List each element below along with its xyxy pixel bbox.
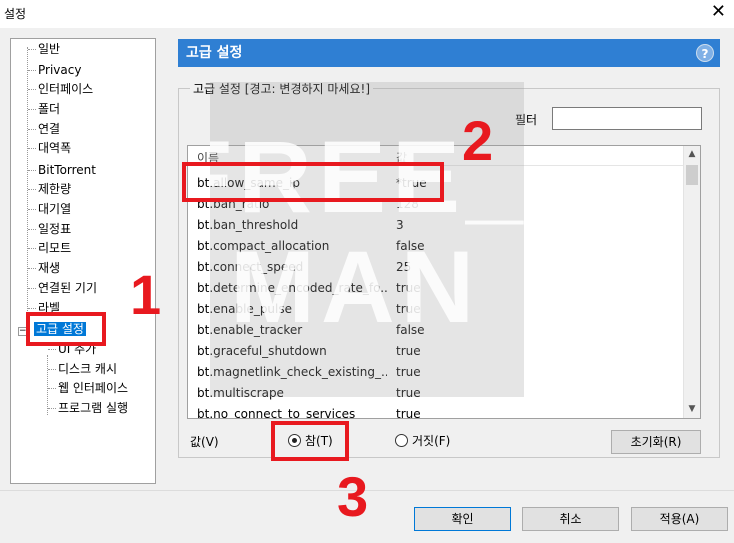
annotation-box-radio [271,421,349,461]
sidebar-item-label: 일정표 [38,222,72,236]
title-bar: 설정 ✕ [0,0,734,28]
sidebar-item-paired-devices[interactable]: 연결된 기기 [38,279,97,297]
table-row[interactable]: bt.enable_pulse true [188,299,683,320]
table-row[interactable]: bt.compact_allocation false [188,236,683,257]
sidebar-item-playback[interactable]: 재생 [38,259,60,277]
sidebar-item-bittorrent[interactable]: BitTorrent [38,161,96,179]
sidebar-item-scheduler[interactable]: 일정표 [38,220,71,238]
sidebar-item-label: 인터페이스 [38,82,94,96]
sidebar-item-bandwidth[interactable]: 대역폭 [38,139,71,157]
sidebar-item-label: 제한량 [38,182,72,196]
row-name: bt.enable_pulse [197,302,293,316]
row-name: bt.no_connect_to_services [197,407,356,419]
row-value: 3 [396,218,404,232]
sidebar-item-interface[interactable]: 인터페이스 [38,80,93,98]
sidebar-item-label: 리모트 [38,241,72,255]
radio-false-label: 거짓(F) [412,434,451,448]
scroll-thumb[interactable] [686,165,698,185]
sidebar-item-label: Privacy [38,63,82,77]
sidebar-item-privacy[interactable]: Privacy [38,61,81,79]
table-row[interactable]: bt.multiscrape true [188,383,683,404]
tree-line [47,355,48,415]
row-value: true [396,344,421,358]
row-name: bt.graceful_shutdown [197,344,327,358]
scroll-up-icon[interactable]: ▲ [684,146,700,163]
page-title-text: 고급 설정 [186,45,243,61]
row-name: bt.ban_threshold [197,218,299,232]
table-row[interactable]: bt.determine_encoded_rate_fo... true [188,278,683,299]
filter-input[interactable] [552,107,702,130]
cancel-button[interactable]: 취소 [522,507,619,531]
table-row[interactable]: bt.ban_threshold 3 [188,215,683,236]
row-value: false [396,239,425,253]
table-row[interactable]: bt.magnetlink_check_existing_... true [188,362,683,383]
row-name: bt.compact_allocation [197,239,330,253]
sidebar-item-queueing[interactable]: 대기열 [38,200,71,218]
scroll-down-icon[interactable]: ▼ [684,401,700,418]
reset-button[interactable]: 초기화(R) [611,430,701,454]
filter-label: 필터 [515,113,538,127]
sidebar-item-disk-cache[interactable]: 디스크 캐시 [58,360,117,378]
vertical-scrollbar[interactable]: ▲ ▼ [683,146,700,418]
sidebar-item-label: 연결 [38,122,61,136]
sidebar-item-web-ui[interactable]: 웹 인터페이스 [58,379,128,397]
sidebar-item-run-program[interactable]: 프로그램 실행 [58,399,128,417]
sidebar-item-general[interactable]: 일반 [38,40,60,58]
sidebar-item-label: 프로그램 실행 [58,401,129,415]
radio-unselected-icon[interactable] [395,434,408,447]
window-title: 설정 [4,7,27,21]
annotation-number: 3 [337,465,369,528]
sidebar-item-label: BitTorrent [38,163,96,177]
sidebar-item-label: 웹 인터페이스 [58,381,129,395]
table-row[interactable]: bt.no_connect_to_services true [188,404,683,419]
row-value: true [396,281,421,295]
sidebar-item-label: 대기열 [38,202,72,216]
value-label: 값(V) [190,435,219,449]
table-row[interactable]: bt.graceful_shutdown true [188,341,683,362]
table-row[interactable]: bt.enable_tracker false [188,320,683,341]
sidebar-item-connection[interactable]: 연결 [38,120,60,138]
sidebar-item-label: 대역폭 [38,141,72,155]
row-value: 25 [396,260,412,274]
row-value: true [396,386,421,400]
row-name: bt.connect_speed [197,260,304,274]
sidebar-item-folders[interactable]: 폴더 [38,100,60,118]
sidebar-item-remote[interactable]: 리모트 [38,239,71,257]
sidebar-item-label: 재생 [38,261,61,275]
sidebar-item-label: 디스크 캐시 [58,362,118,376]
sidebar-item-label: 일반 [38,42,61,56]
page-title: 고급 설정 ? [178,39,720,67]
annotation-number: 2 [462,109,494,172]
close-icon[interactable]: ✕ [711,2,726,22]
annotation-box-advanced [26,312,106,346]
radio-false[interactable]: 거짓(F) [395,432,450,449]
row-value: false [396,323,425,337]
row-value: true [396,407,421,419]
row-name: bt.multiscrape [197,386,284,400]
apply-button[interactable]: 적용(A) [631,507,728,531]
ok-button[interactable]: 확인 [414,507,511,531]
row-value: true [396,302,421,316]
table-row[interactable]: bt.connect_speed 25 [188,257,683,278]
sidebar-item-label: 폴더 [38,102,61,116]
group-title: 고급 설정 [경고: 변경하지 마세요!] [190,80,373,97]
sidebar-item-label: 연결된 기기 [38,281,98,295]
tree-line [27,47,28,343]
row-name: bt.enable_tracker [197,323,303,337]
sidebar-item-transfer-cap[interactable]: 제한량 [38,180,71,198]
help-icon[interactable]: ? [696,44,714,62]
annotation-number: 1 [130,263,162,326]
annotation-box-row [182,162,444,202]
row-value: true [396,365,421,379]
settings-tree[interactable]: − 일반 Privacy 인터페이스 폴더 연결 대역폭 BitTorrent … [10,38,156,484]
row-name: bt.determine_encoded_rate_fo... [197,281,387,295]
row-name: bt.magnetlink_check_existing_... [197,365,387,379]
